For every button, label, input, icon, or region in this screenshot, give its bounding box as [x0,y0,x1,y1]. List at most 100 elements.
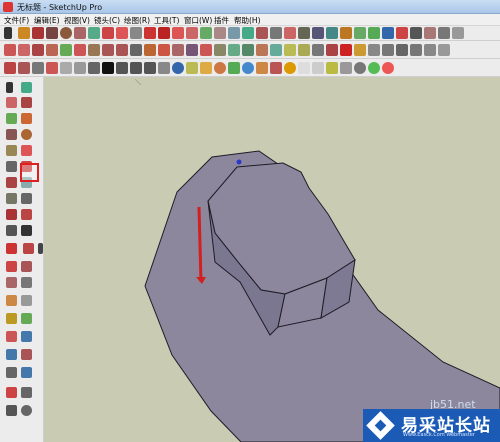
model-viewport[interactable] [45,77,500,442]
scale-icon[interactable] [186,27,198,39]
protractor-icon[interactable] [228,27,240,39]
unhide-icon[interactable] [228,44,240,56]
materials-icon[interactable] [312,44,324,56]
dimension-icon[interactable] [214,27,226,39]
add-detail-icon[interactable] [368,62,380,74]
x-ray-icon[interactable] [4,62,16,74]
redo-icon[interactable] [116,44,128,56]
redo-arrow-icon[interactable] [130,62,142,74]
shaded-icon[interactable] [60,62,72,74]
move-tool-icon[interactable] [6,177,17,188]
pan-icon[interactable] [298,27,310,39]
push-pull-tool-icon[interactable] [6,161,17,172]
open-file-icon[interactable] [18,44,30,56]
text-tool-icon[interactable] [21,225,32,236]
zoom-window-icon[interactable] [326,27,338,39]
menu-tools[interactable]: 工具(T) [154,15,179,26]
zoom-icon[interactable] [312,27,324,39]
line-tool-icon[interactable] [6,113,17,124]
select-arrow-icon[interactable] [6,82,13,93]
wireframe-icon[interactable] [32,62,44,74]
photo-match-icon[interactable] [270,44,282,56]
polygon-icon[interactable] [88,27,100,39]
styles-icon[interactable] [326,44,338,56]
component-attributes-icon[interactable] [270,62,282,74]
front-view-icon[interactable] [396,44,408,56]
orbit-2-tool-icon[interactable] [21,349,32,360]
toggle-terrain-icon[interactable] [228,62,240,74]
eraser-icon[interactable] [18,27,30,39]
dynamic-components-icon[interactable] [256,62,268,74]
zoom-extents-icon[interactable] [340,27,352,39]
pan-tool-icon[interactable] [6,313,17,324]
axes-icon[interactable] [256,27,268,39]
fog-icon[interactable] [200,62,212,74]
cut-icon[interactable] [46,44,58,56]
crosshair-icon[interactable] [21,405,32,416]
eye-icon[interactable] [21,387,32,398]
polygon-tool-icon[interactable] [6,145,17,156]
3d-text-icon[interactable] [270,27,282,39]
push-pull-icon[interactable] [116,27,128,39]
menu-plugins[interactable]: 插件 [214,15,229,26]
save-icon[interactable] [32,44,44,56]
offset-icon[interactable] [130,27,142,39]
tape-measure-icon[interactable] [200,27,212,39]
model-info-icon[interactable] [144,44,156,56]
paint-bucket-icon[interactable] [102,27,114,39]
scenes-icon[interactable] [354,44,366,56]
camera-position-icon[interactable] [6,387,17,398]
menu-help[interactable]: 帮助(H) [234,15,261,26]
previous-tool-icon[interactable] [21,295,32,306]
guide-icon[interactable] [312,62,324,74]
sandbox-icon[interactable] [144,62,156,74]
copy-icon[interactable] [60,44,72,56]
arc-icon[interactable] [74,27,86,39]
menu-edit[interactable]: 编辑(E) [34,15,60,26]
hidden-line-icon[interactable] [46,62,58,74]
make-component-icon[interactable] [21,82,32,93]
offset-tool-icon[interactable] [21,193,32,204]
paint-tool-icon[interactable] [21,97,32,108]
axes-tool-icon[interactable] [21,313,32,324]
iso-view-icon[interactable] [368,44,380,56]
menu-window[interactable]: 窗口(W) [184,15,212,26]
paint-material-icon[interactable] [6,331,17,342]
footprints-icon[interactable] [6,405,17,416]
look-around-tool-icon[interactable] [38,243,43,254]
section-tool-icon[interactable] [21,261,32,272]
zoom-2-tool-icon[interactable] [6,367,17,378]
monochrome-icon[interactable] [88,62,100,74]
section-plane-icon[interactable] [424,27,436,39]
next-view-icon[interactable] [368,27,380,39]
soften-icon[interactable] [200,44,212,56]
zoom-tool-icon[interactable] [6,277,17,288]
dimension-tool-icon[interactable] [6,225,17,236]
right-view-icon[interactable] [410,44,422,56]
zoom-window-tool-icon[interactable] [21,277,32,288]
get-models-icon[interactable] [438,27,450,39]
print-preview-icon[interactable] [158,62,170,74]
rectangle-tool-icon[interactable] [6,129,17,140]
tape-tool-icon[interactable] [6,209,17,220]
look-around-icon[interactable] [410,27,422,39]
left-view-icon[interactable] [438,44,450,56]
undo-icon[interactable] [102,44,114,56]
text-icon[interactable] [242,27,254,39]
ruby-console-icon[interactable] [340,44,352,56]
camera-icon[interactable] [256,44,268,56]
layer-icon[interactable] [284,44,296,56]
help-globe-icon[interactable] [172,62,184,74]
previous-view-icon[interactable] [354,27,366,39]
add-location-icon[interactable] [214,62,226,74]
freehand-tool-icon[interactable] [21,113,32,124]
lock-icon[interactable] [242,44,254,56]
menu-view[interactable]: 视图(V) [64,15,90,26]
walk-tool-icon[interactable] [6,261,17,272]
rotate-icon[interactable] [158,27,170,39]
zoom-ext-2-tool-icon[interactable] [21,367,32,378]
orbit-icon[interactable] [284,27,296,39]
stamp-icon[interactable] [340,62,352,74]
walk-icon[interactable] [396,27,408,39]
pencil-icon[interactable] [32,27,44,39]
